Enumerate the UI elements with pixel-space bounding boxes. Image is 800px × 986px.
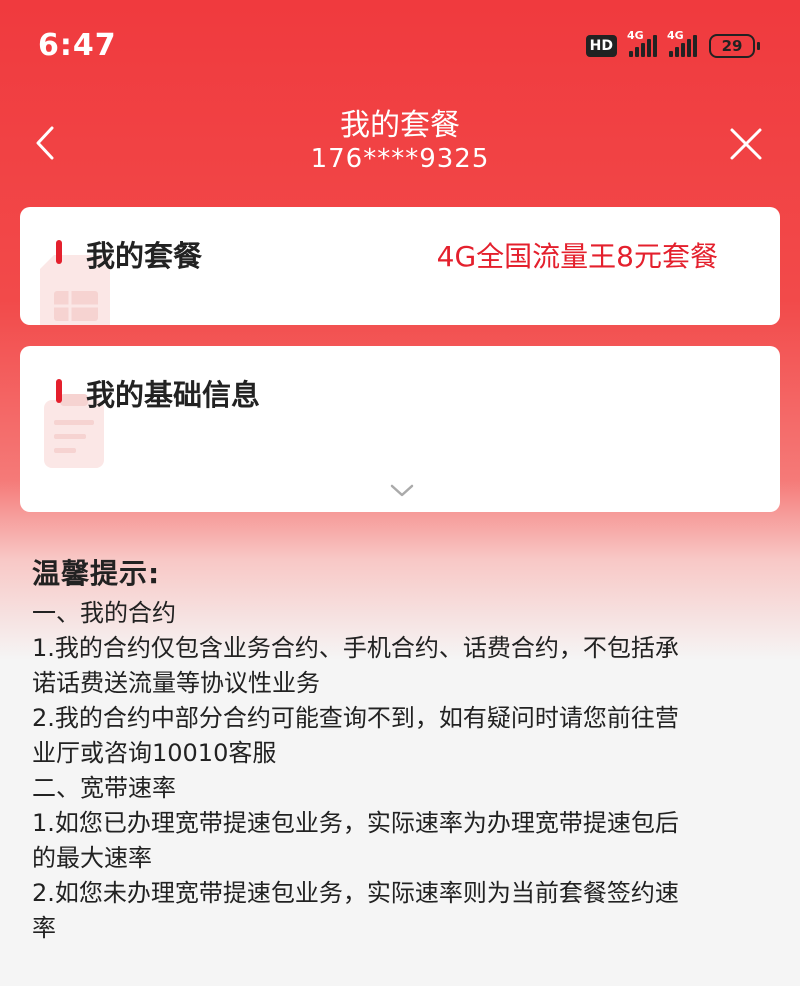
tips-section: 温馨提示: 一、我的合约 1.我的合约仅包含业务合约、手机合约、话费合约，不包括… bbox=[32, 552, 772, 946]
sim2-network-label: 4G bbox=[667, 29, 684, 42]
chevron-down-icon[interactable] bbox=[388, 482, 416, 500]
battery-level: 29 bbox=[709, 34, 755, 58]
tips-line: 1.如您已办理宽带提速包业务，实际速率为办理宽带提速包后 bbox=[32, 809, 679, 837]
phone-number: 176****9325 bbox=[310, 144, 490, 174]
close-button[interactable] bbox=[726, 124, 766, 164]
tips-line: 1.我的合约仅包含业务合约、手机合约、话费合约，不包括承 bbox=[32, 634, 679, 662]
sim2-signal-icon: 4G bbox=[667, 29, 697, 57]
sim1-signal-icon: 4G bbox=[627, 29, 657, 57]
plan-card[interactable]: 我的套餐 4G全国流量王8元套餐 bbox=[20, 207, 780, 325]
tips-title: 温馨提示: bbox=[32, 557, 161, 590]
info-accent-bar bbox=[56, 379, 62, 403]
tips-line: 的最大速率 bbox=[32, 844, 152, 872]
tips-line: 业厅或咨询10010客服 bbox=[32, 739, 277, 767]
info-card-title: 我的基础信息 bbox=[86, 378, 261, 412]
tips-line: 诺话费送流量等协议性业务 bbox=[32, 669, 320, 697]
sim1-network-label: 4G bbox=[627, 29, 644, 42]
plan-accent-bar bbox=[56, 240, 62, 264]
page-title: 我的套餐 bbox=[340, 108, 460, 143]
basic-info-card[interactable]: 我的基础信息 bbox=[20, 346, 780, 512]
status-time: 6:47 bbox=[38, 28, 117, 63]
tips-line: 二、宽带速率 bbox=[32, 774, 176, 802]
tips-line: 率 bbox=[32, 914, 56, 942]
status-bar: 6:47 HD 4G 4G 29 bbox=[0, 0, 800, 96]
hd-voice-icon: HD bbox=[585, 35, 617, 57]
tips-line: 2.如您未办理宽带提速包业务，实际速率则为当前套餐签约速 bbox=[32, 879, 679, 907]
battery-icon: 29 bbox=[709, 34, 760, 58]
tips-line: 一、我的合约 bbox=[32, 599, 176, 627]
status-icons: HD 4G 4G 29 bbox=[585, 29, 760, 58]
close-icon bbox=[730, 128, 762, 160]
plan-card-title: 我的套餐 bbox=[86, 239, 203, 273]
tips-line: 2.我的合约中部分合约可能查询不到，如有疑问时请您前往营 bbox=[32, 704, 679, 732]
plan-name: 4G全国流量王8元套餐 bbox=[436, 240, 718, 273]
